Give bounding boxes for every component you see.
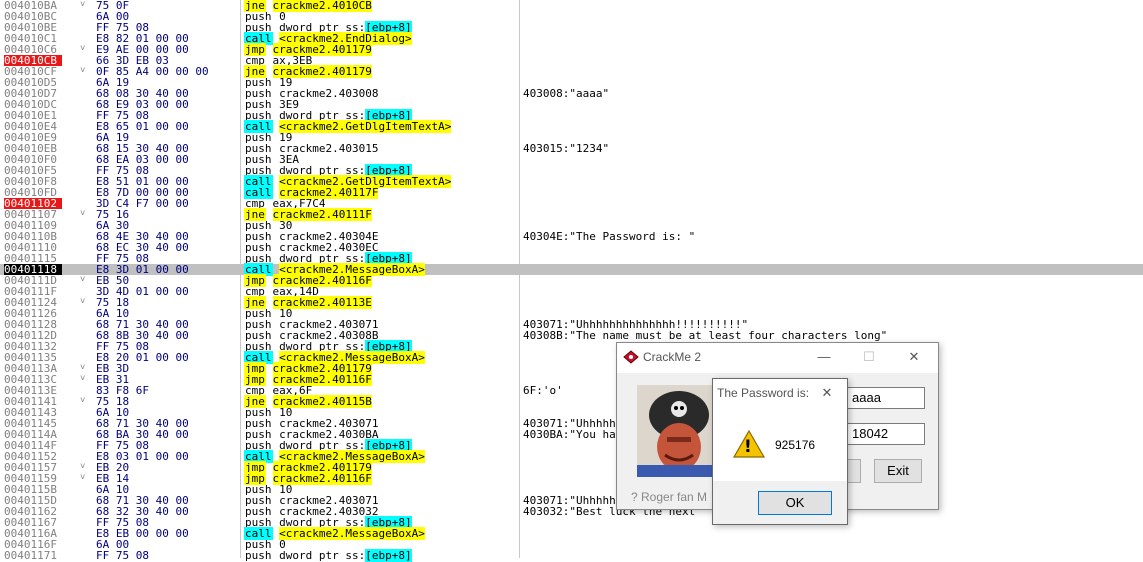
jump-arrow-icon: ˅ (80, 374, 86, 384)
disasm-row[interactable]: 0040112D 68 8B 30 40 00 push crackme2.4030… (0, 330, 1143, 341)
disasm-row[interactable]: 0040114A 68 BA 30 40 00 push crackme2.4030… (0, 429, 1143, 440)
disasm-row[interactable]: 0040116F 6A 00 push 0 (0, 539, 1143, 550)
disasm-row[interactable]: 0040113E 83 F8 6F cmp eax,6F 6F:'o' (0, 385, 1143, 396)
comment: 40308B:"The name must be at least four c… (523, 329, 888, 342)
check-button[interactable] (847, 459, 861, 483)
jump-arrow-icon: ˅ (80, 297, 86, 307)
disasm-row[interactable]: 00401124 ˅ 75 18 jne crackme2.40113E (0, 296, 1143, 309)
minimize-icon[interactable]: — (804, 343, 844, 371)
disasm-row[interactable]: 00401159 ˅ EB 14 jmp crackme2.40116F (0, 472, 1143, 485)
disasm-row[interactable]: 00401118 E8 3D 01 00 00 call <crackme2.Mes… (0, 263, 1143, 276)
jump-arrow-icon: ˅ (80, 209, 86, 219)
close-icon[interactable]: ✕ (894, 343, 934, 371)
logo-image (637, 385, 717, 477)
footer-text: ? Roger fan M (631, 490, 708, 504)
disasm-row[interactable]: 00401135 E8 20 01 00 00 call <crackme2.Mes… (0, 351, 1143, 364)
jump-arrow-icon: ˅ (80, 275, 86, 285)
crackme-title: CrackMe 2 (643, 350, 702, 364)
disasm-row[interactable]: 00401102 3D C4 F7 00 00 cmp eax,F7C4 (0, 198, 1143, 209)
opcode-bytes: FF 75 08 (96, 549, 149, 562)
jump-arrow-icon: ˅ (80, 396, 86, 406)
disasm-row[interactable]: 004010CF ˅ 0F 85 A4 00 00 00 jne crackme2.4… (0, 65, 1143, 78)
comment: 403015:"1234" (523, 142, 610, 155)
close-icon[interactable]: ✕ (811, 379, 843, 407)
comment: 4030BA:"You ha (523, 428, 616, 441)
disasm-row[interactable]: 00401141 ˅ 75 18 jne crackme2.40115B (0, 395, 1143, 408)
address[interactable]: 00401171 (4, 550, 62, 561)
app-icon (623, 350, 639, 364)
jump-arrow-icon: ˅ (80, 66, 86, 76)
disasm-row[interactable]: 00401110 68 EC 30 40 00 push crackme2.4030… (0, 242, 1143, 253)
jump-arrow-icon: ˅ (80, 473, 86, 483)
disasm-row[interactable]: 00401162 68 32 30 40 00 push crackme2.4030… (0, 506, 1143, 517)
disasm-row[interactable]: 004010C6 ˅ E9 AE 00 00 00 jmp crackme2.4011… (0, 43, 1143, 56)
mnemonic: push (245, 549, 272, 562)
disasm-row[interactable]: 0040111F 3D 4D 01 00 00 cmp eax,14D (0, 286, 1143, 297)
messagebox-body: ! 925176 (713, 409, 847, 481)
operand: dword ptr ss:[ebp+8] (279, 549, 412, 562)
disasm-row[interactable]: 00401152 E8 03 01 00 00 call <crackme2.Mes… (0, 450, 1143, 463)
crackme-titlebar[interactable]: CrackMe 2 — ☐ ✕ (617, 343, 938, 373)
messagebox-title: The Password is: (717, 386, 810, 400)
disasm-row[interactable]: 004010E4 E8 65 01 00 00 call <crackme2.Get… (0, 120, 1143, 133)
disasm-row[interactable]: 00401171 FF 75 08 push dword ptr ss:[ebp+8… (0, 549, 1143, 562)
disasm-row[interactable]: 0040113A ˅ EB 3D jmp crackme2.401179 (0, 362, 1143, 375)
disasm-row[interactable]: 004010BC 6A 00 push 0 (0, 11, 1143, 22)
disasm-row[interactable]: 004010DC 68 E9 03 00 00 push 3E9 (0, 99, 1143, 110)
instruction: push dword ptr ss:[ebp+8] (244, 549, 412, 562)
exit-button[interactable]: Exit (874, 459, 922, 483)
password-messagebox: The Password is: ✕ ! 925176 OK (712, 378, 848, 525)
jump-arrow-icon: ˅ (80, 462, 86, 472)
disasm-row[interactable]: 004010F0 68 EA 03 00 00 push 3EA (0, 154, 1143, 165)
disasm-row[interactable]: 004010BA ˅ 75 0F jne crackme2.4010CB (0, 0, 1143, 12)
jump-arrow-icon: ˅ (80, 44, 86, 54)
ok-button[interactable]: OK (758, 491, 832, 515)
disasm-row[interactable]: 00401157 ˅ EB 20 jmp crackme2.401179 (0, 461, 1143, 474)
messagebox-titlebar[interactable]: The Password is: ✕ (713, 379, 847, 409)
serial-input[interactable]: 18042 (847, 423, 925, 445)
disassembly-view[interactable]: 004010BA ˅ 75 0F jne crackme2.4010CB 004010B… (0, 0, 1143, 562)
messagebox-message: 925176 (775, 438, 816, 452)
comment: 40304E:"The Password is: " (523, 230, 696, 243)
jump-arrow-icon: ˅ (80, 363, 86, 373)
name-input[interactable]: aaaa (847, 387, 925, 409)
maximize-icon[interactable]: ☐ (849, 343, 889, 371)
disasm-row[interactable]: 00401107 ˅ 75 16 jne crackme2.40111F (0, 208, 1143, 221)
comment: 403008:"aaaa" (523, 87, 610, 100)
comment: 6F:'o' (523, 384, 563, 397)
disasm-row[interactable]: 0040116A E8 EB 00 00 00 call <crackme2.Mes… (0, 527, 1143, 540)
jump-arrow-icon: ˅ (80, 0, 86, 10)
warning-mark: ! (744, 437, 752, 457)
disasm-row[interactable]: 0040113C ˅ EB 31 jmp crackme2.40116F (0, 373, 1143, 386)
